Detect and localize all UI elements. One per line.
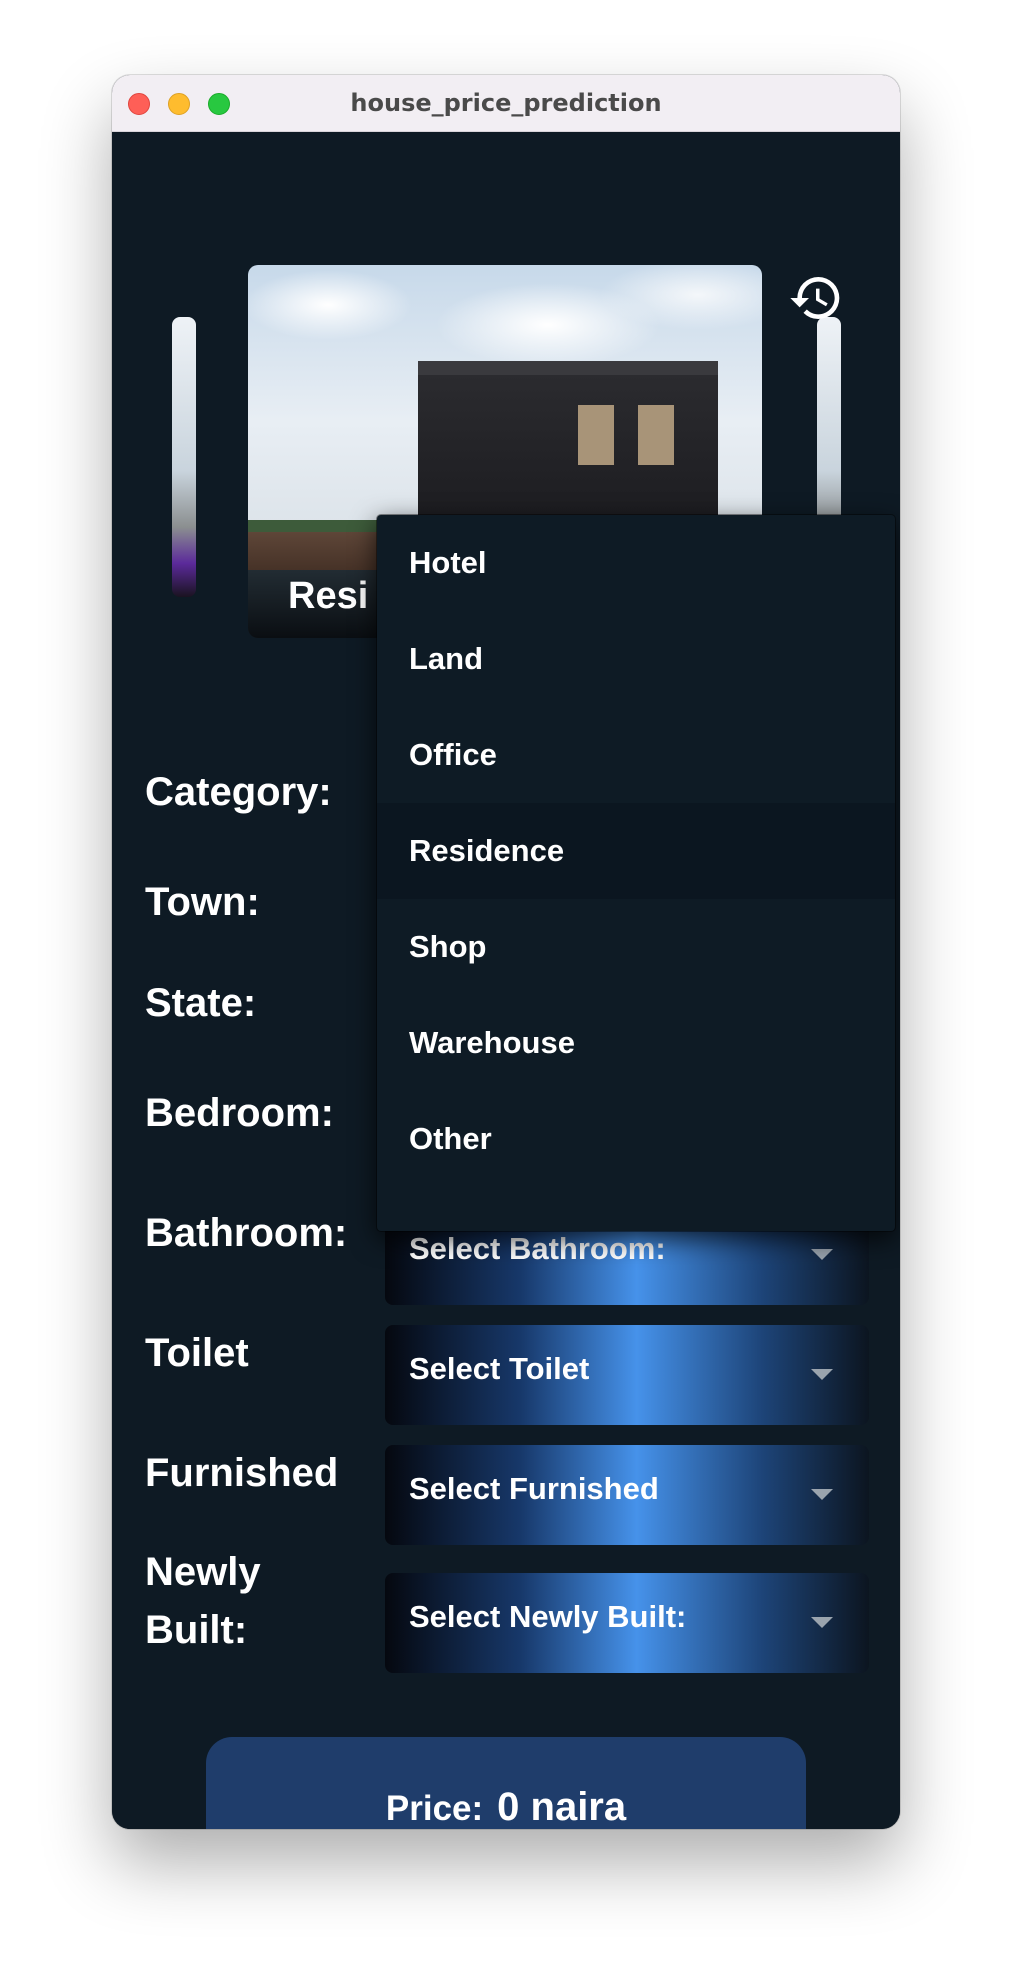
bedroom-label: Bedroom:	[145, 1091, 334, 1135]
title-bar: house_price_prediction	[112, 75, 900, 132]
bathroom-select-value: Select Bathroom:	[409, 1231, 666, 1266]
app-content: Resi Category: Town: State: Bedroom: Bat…	[112, 132, 900, 1829]
furnished-select[interactable]: Select Furnished	[385, 1445, 869, 1545]
newly-built-select[interactable]: Select Newly Built:	[385, 1573, 869, 1673]
card-label: Resi	[288, 575, 369, 617]
price-value: 0 naira	[497, 1785, 627, 1829]
carousel-card-previous[interactable]	[172, 317, 196, 597]
window-title: house_price_prediction	[350, 89, 662, 117]
menu-item-land[interactable]: Land	[377, 611, 895, 707]
price-button[interactable]: Price: 0 naira	[206, 1737, 806, 1829]
caret-down-icon	[811, 1489, 833, 1500]
caret-down-icon	[811, 1617, 833, 1628]
furnished-select-value: Select Furnished	[409, 1471, 659, 1506]
state-label: State:	[145, 981, 257, 1025]
price-label: Price:	[385, 1789, 484, 1828]
category-label: Category:	[145, 770, 332, 814]
app-window: house_price_prediction Resi Category: To…	[112, 75, 900, 1829]
furnished-label: Furnished	[145, 1451, 339, 1495]
bathroom-label: Bathroom:	[145, 1211, 348, 1255]
menu-item-residence[interactable]: Residence	[377, 803, 895, 899]
newly-built-label-line2: Built:	[145, 1608, 248, 1652]
town-label: Town:	[145, 880, 260, 924]
house-window	[638, 405, 674, 465]
menu-item-warehouse[interactable]: Warehouse	[377, 995, 895, 1091]
menu-item-office[interactable]: Office	[377, 707, 895, 803]
caret-down-icon	[811, 1249, 833, 1260]
newly-built-select-value: Select Newly Built:	[409, 1599, 687, 1634]
caret-down-icon	[811, 1369, 833, 1380]
menu-item-shop[interactable]: Shop	[377, 899, 895, 995]
house-window	[578, 405, 614, 465]
menu-item-hotel[interactable]: Hotel	[377, 515, 895, 611]
menu-item-other[interactable]: Other	[377, 1091, 895, 1187]
toilet-label: Toilet	[145, 1331, 249, 1375]
toilet-select-value: Select Toilet	[409, 1351, 590, 1386]
category-dropdown-menu: Hotel Land Office Residence Shop Warehou…	[377, 515, 895, 1231]
history-icon[interactable]	[788, 270, 844, 326]
newly-built-label-line1: Newly	[145, 1550, 261, 1594]
toilet-select[interactable]: Select Toilet	[385, 1325, 869, 1425]
